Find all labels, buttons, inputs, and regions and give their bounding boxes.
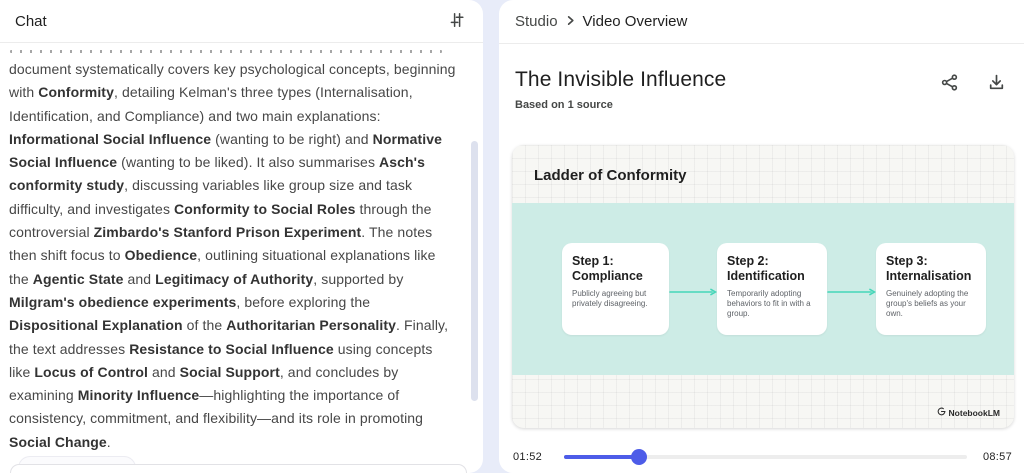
chat-message-area: document systematically covers key psych…	[0, 44, 483, 473]
chat-header: Chat	[0, 0, 483, 43]
notebooklm-logo-icon	[937, 407, 946, 418]
tune-sliders-icon	[448, 11, 466, 32]
notebooklm-screen: Chat document systematically covers key …	[0, 0, 1024, 473]
chat-input-box[interactable]	[10, 464, 467, 473]
video-title: The Invisible Influence	[515, 68, 727, 91]
step-name: Compliance	[572, 269, 643, 283]
current-time-label: 01:52	[513, 451, 543, 463]
step-description: Genuinely adopting the group's beliefs a…	[886, 289, 969, 318]
video-title-row: The Invisible Influence Based on 1 sourc…	[499, 44, 1024, 111]
step-heading: Step 2:	[727, 254, 769, 268]
watermark-label: NotebookLM	[948, 407, 1000, 418]
chat-title: Chat	[15, 12, 47, 30]
player-progress-fill	[564, 449, 647, 465]
arrow-right-icon	[827, 284, 877, 296]
download-button[interactable]	[985, 71, 1008, 97]
step-heading: Step 1:	[572, 254, 614, 268]
step-card-compliance: Step 1: Compliance Publicly agreeing but…	[562, 243, 669, 335]
step-heading: Step 3:	[886, 254, 928, 268]
playback-controls: 01:52 08:57	[513, 448, 1012, 466]
diagram-band: Step 1: Compliance Publicly agreeing but…	[512, 203, 1014, 375]
source-count-label: Based on 1 source	[515, 99, 613, 111]
step-description: Temporarily adopting behaviors to fit in…	[727, 289, 811, 318]
chat-settings-button[interactable]	[446, 9, 468, 34]
step-description: Publicly agreeing but privately disagree…	[572, 289, 648, 308]
arrow-right-icon	[669, 284, 718, 296]
chat-scrollbar-thumb[interactable]	[471, 141, 478, 401]
breadcrumb: Studio Video Overview	[499, 0, 1024, 44]
share-icon	[940, 73, 959, 95]
download-icon	[987, 73, 1006, 95]
studio-panel: Studio Video Overview The Invisible Infl…	[499, 0, 1024, 473]
chat-panel: Chat document systematically covers key …	[0, 0, 483, 473]
step-name: Internalisation	[886, 269, 972, 283]
video-preview[interactable]: Ladder of Conformity Step 1: Compliance …	[512, 145, 1014, 428]
seek-slider-thumb[interactable]	[630, 449, 647, 465]
watermark: NotebookLM	[937, 407, 1000, 418]
step-card-internalisation: Step 3: Internalisation Genuinely adopti…	[876, 243, 986, 335]
share-button[interactable]	[938, 71, 961, 97]
total-time-label: 08:57	[982, 451, 1012, 463]
clipped-text-line	[10, 50, 442, 53]
breadcrumb-studio-link[interactable]: Studio	[515, 13, 558, 30]
breadcrumb-current: Video Overview	[582, 13, 688, 30]
chevron-right-icon	[565, 13, 576, 31]
step-name: Identification	[727, 269, 805, 283]
chat-summary-text: document systematically covers key psych…	[9, 61, 456, 450]
seek-slider[interactable]	[564, 449, 967, 465]
step-card-identification: Step 2: Identification Temporarily adopt…	[717, 243, 827, 335]
slide-title: Ladder of Conformity	[534, 167, 687, 184]
